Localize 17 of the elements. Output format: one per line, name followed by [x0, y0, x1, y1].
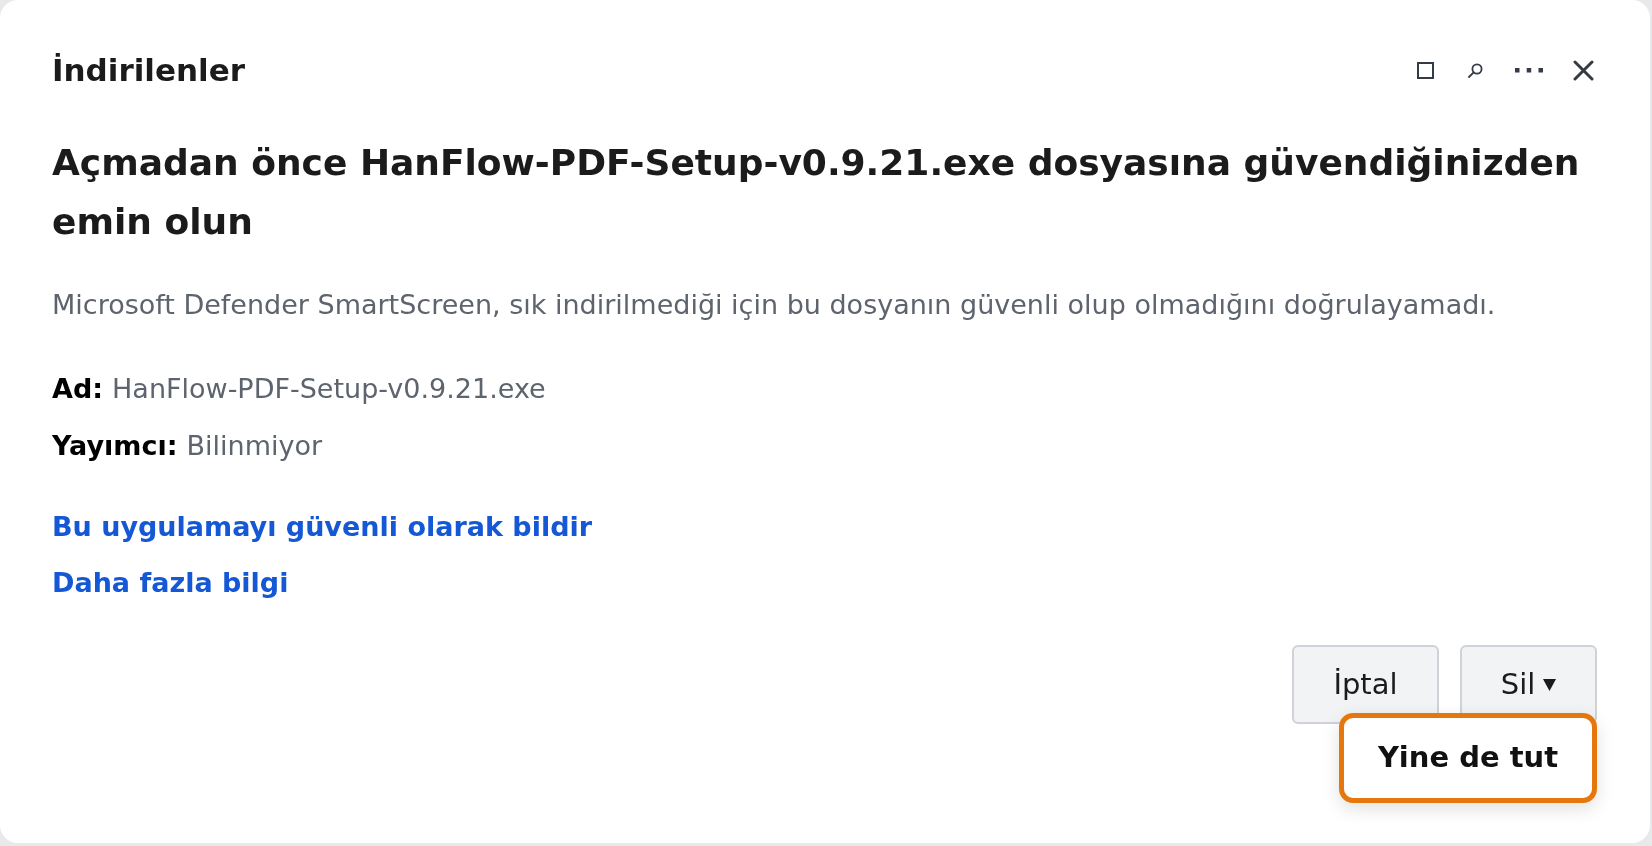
detail-value: HanFlow-PDF-Setup-v0.9.21.exe — [112, 372, 546, 406]
square-icon — [1416, 61, 1434, 79]
cancel-button[interactable]: İptal — [1292, 645, 1439, 724]
info-link[interactable]: Daha fazla bilgi — [52, 565, 289, 601]
search-icon — [1467, 62, 1483, 78]
warning-heading: Açmadan önce HanFlow-PDF-Setup-v0.9.21.exe dosyasına güvendiğinizden emin olun — [52, 141, 1581, 244]
caret-icon — [1543, 678, 1557, 691]
menu-item[interactable]: Yine de tut — [1339, 713, 1597, 803]
detail-label: Ad: — [52, 372, 104, 406]
panel-title: İndirilenler — [52, 51, 245, 90]
more-icon — [1515, 67, 1543, 73]
detail-label: Yayımcı: — [52, 429, 178, 463]
close-button[interactable] — [1571, 58, 1595, 82]
info-link[interactable]: Bu uygulamayı güvenli olarak bildir — [52, 509, 593, 545]
warning-description: Microsoft Defender SmartScreen, sık indirilmediği için bu dosyanın güvenli olup olmadığını doğrulayamadı. — [52, 288, 1497, 322]
close-icon — [1572, 59, 1594, 81]
detail-value: Bilinmiyor — [186, 429, 323, 463]
